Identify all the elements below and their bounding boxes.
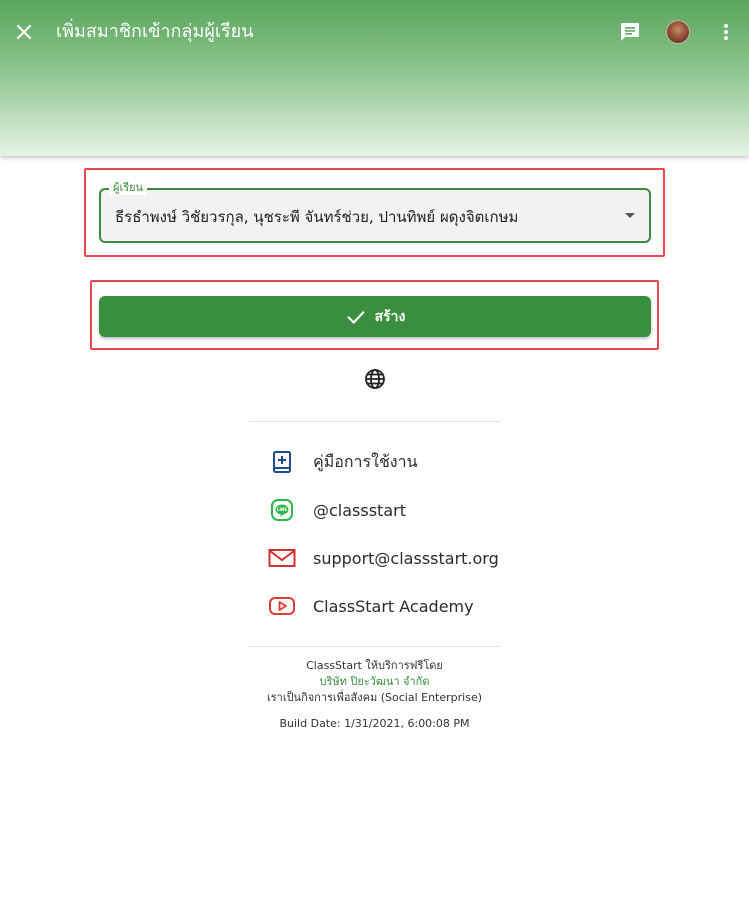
link-manual-label: คู่มือการใช้งาน [313, 451, 418, 471]
line-icon: LINE [268, 496, 296, 524]
footer-line1: ClassStart ให้บริการฟรีโดย [306, 659, 443, 672]
mail-icon [268, 544, 296, 572]
footer: ClassStart ให้บริการฟรีโดย บริษัท ปิยะวั… [249, 658, 500, 732]
check-icon [347, 310, 365, 324]
globe-icon[interactable] [363, 367, 387, 391]
link-line-label: @classstart [313, 500, 406, 520]
learners-value: ธีรธำพงษ์ วิชัยวรกุล, นุชระพี จันทร์ช่วย… [115, 208, 519, 226]
more-vert-icon[interactable] [714, 20, 738, 44]
create-button[interactable]: สร้าง [99, 296, 651, 337]
link-youtube-label: ClassStart Academy [313, 596, 474, 616]
svg-text:LINE: LINE [277, 507, 288, 512]
manual-book-icon [268, 448, 296, 476]
page-title: เพิ่มสมาชิกเข้ากลุ่มผู้เรียน [56, 21, 254, 42]
build-date: Build Date: 1/31/2021, 6:00:08 PM [279, 717, 470, 730]
divider-top [249, 421, 500, 422]
divider-bottom [249, 646, 500, 647]
learners-select[interactable]: ผู้เรียน ธีรธำพงษ์ วิชัยวรกุล, นุชระพี จ… [99, 181, 651, 243]
avatar[interactable] [666, 20, 690, 44]
close-icon[interactable] [12, 20, 36, 44]
create-button-label: สร้าง [374, 308, 406, 325]
link-mail[interactable]: support@classstart.org [268, 544, 499, 572]
link-mail-label: support@classstart.org [313, 548, 499, 568]
chat-icon[interactable] [618, 20, 642, 44]
link-line[interactable]: LINE @classstart [268, 496, 406, 524]
dropdown-arrow-icon [625, 213, 635, 218]
footer-company-link[interactable]: บริษัท ปิยะวัฒนา จำกัด [249, 674, 500, 690]
app-bar: เพิ่มสมาชิกเข้ากลุ่มผู้เรียน [0, 0, 749, 156]
link-youtube[interactable]: ClassStart Academy [268, 592, 474, 620]
footer-line3: เราเป็นกิจการเพื่อสังคม (Social Enterpri… [266, 691, 483, 704]
learners-label: ผู้เรียน [109, 181, 148, 195]
youtube-icon [268, 592, 296, 620]
link-manual[interactable]: คู่มือการใช้งาน [268, 448, 418, 476]
